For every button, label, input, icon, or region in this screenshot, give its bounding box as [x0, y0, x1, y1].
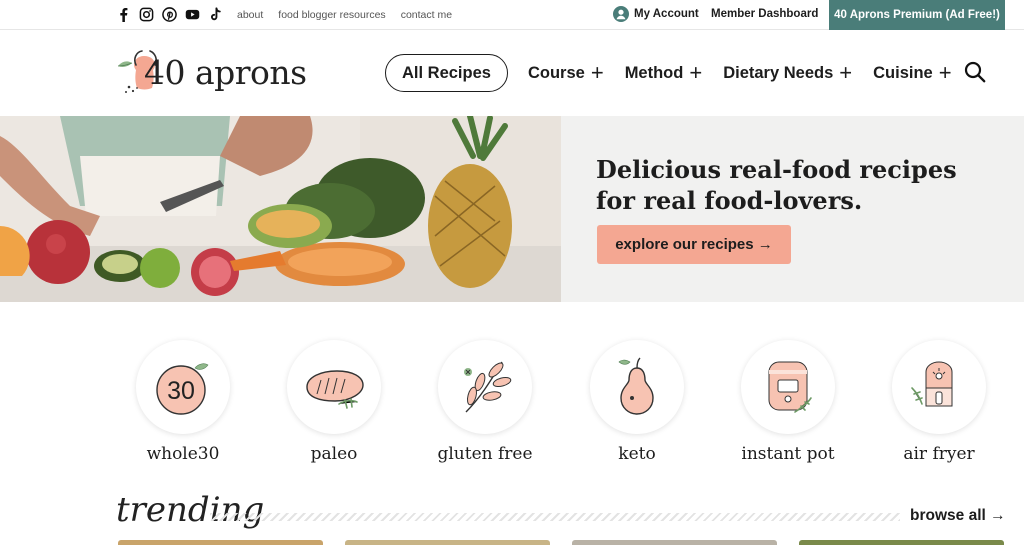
logo-text: 40 aprons: [144, 53, 307, 92]
main-nav: All Recipes Course + Method + Dietary Ne…: [385, 54, 973, 92]
category-label: paleo: [310, 444, 358, 464]
category-paleo[interactable]: paleo: [284, 340, 384, 464]
about-link[interactable]: about: [237, 9, 263, 21]
nav-cuisine-label: Cuisine: [873, 63, 933, 82]
plus-icon: +: [590, 60, 604, 85]
instant-pot-icon: [741, 340, 835, 434]
premium-button[interactable]: 40 Aprons Premium (Ad Free!): [829, 0, 1005, 30]
contact-link[interactable]: contact me: [401, 9, 452, 21]
nav-dietary-needs[interactable]: Dietary Needs +: [723, 60, 853, 85]
trending-card-thumbnail[interactable]: [572, 540, 777, 545]
air-fryer-icon: [892, 340, 986, 434]
keto-pear-icon: [590, 340, 684, 434]
my-account-link[interactable]: My Account: [613, 6, 699, 22]
social-links: [116, 7, 223, 22]
nav-cuisine[interactable]: Cuisine +: [873, 60, 952, 85]
category-label: keto: [618, 444, 656, 464]
account-icon: [613, 6, 629, 22]
gluten-free-leaf-icon: [438, 340, 532, 434]
plus-icon: +: [839, 60, 853, 85]
category-air-fryer[interactable]: air fryer: [889, 340, 989, 464]
explore-recipes-button[interactable]: explore our recipes →: [597, 225, 791, 264]
plus-icon: +: [689, 60, 703, 85]
trending-card-thumbnail[interactable]: [345, 540, 550, 545]
site-header: 40 aprons All Recipes Course + Method + …: [0, 30, 1024, 116]
nav-dietary-needs-label: Dietary Needs: [723, 63, 834, 82]
category-keto[interactable]: keto: [587, 340, 687, 464]
search-icon[interactable]: [964, 61, 986, 83]
whole30-icon: 30: [136, 340, 230, 434]
category-whole30[interactable]: 30 whole30: [133, 340, 233, 464]
trending-card-thumbnail[interactable]: [118, 540, 323, 545]
category-label: air fryer: [903, 444, 975, 464]
plus-icon: +: [938, 60, 952, 85]
top-utility-bar: about food blogger resources contact me …: [0, 0, 1024, 30]
utility-links: about food blogger resources contact me: [237, 9, 467, 21]
trending-heading: trending: [116, 490, 265, 530]
trending-divider: [210, 513, 900, 521]
site-logo[interactable]: 40 aprons: [114, 44, 314, 104]
food-blogger-resources-link[interactable]: food blogger resources: [278, 9, 385, 21]
category-label: instant pot: [741, 444, 835, 464]
nav-course-label: Course: [527, 63, 585, 82]
tiktok-icon[interactable]: [208, 7, 223, 22]
my-account-label: My Account: [634, 8, 699, 20]
hero-headline: Delicious real-food recipes for real foo…: [596, 155, 957, 215]
category-gluten-free[interactable]: gluten free: [435, 340, 535, 464]
nav-course[interactable]: Course +: [527, 60, 604, 85]
member-dashboard-link[interactable]: Member Dashboard: [711, 8, 818, 20]
facebook-icon[interactable]: [116, 7, 131, 22]
paleo-steak-icon: [287, 340, 381, 434]
nav-method[interactable]: Method +: [624, 60, 703, 85]
category-instant-pot[interactable]: instant pot: [738, 340, 838, 464]
browse-all-link[interactable]: browse all →: [910, 507, 1006, 525]
youtube-icon[interactable]: [185, 7, 200, 22]
whole30-badge-text: 30: [167, 377, 195, 405]
all-recipes-button[interactable]: All Recipes: [385, 54, 508, 92]
nav-method-label: Method: [624, 63, 684, 82]
pinterest-icon[interactable]: [162, 7, 177, 22]
instagram-icon[interactable]: [139, 7, 154, 22]
trending-card-thumbnail[interactable]: [799, 540, 1004, 545]
category-label: gluten free: [437, 444, 533, 464]
category-label: whole30: [146, 444, 220, 464]
hero-section: Delicious real-food recipes for real foo…: [0, 116, 1024, 302]
hero-produce-image: [0, 116, 561, 302]
